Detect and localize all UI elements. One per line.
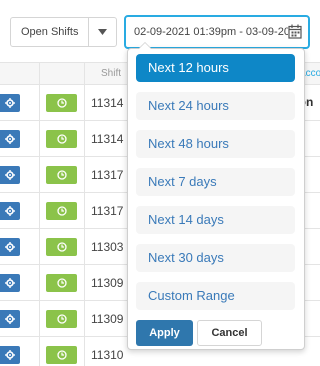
- clock-icon: [56, 98, 67, 108]
- row-settings-button[interactable]: [0, 238, 20, 256]
- shift-id[interactable]: 11310: [91, 348, 123, 362]
- shift-id[interactable]: 11314: [91, 132, 123, 146]
- row-time-button[interactable]: [46, 310, 77, 328]
- range-option[interactable]: Next 30 days: [136, 244, 295, 272]
- range-option[interactable]: Next 12 hours: [136, 54, 295, 82]
- gear-icon: [5, 134, 15, 144]
- shift-filter-select[interactable]: Open Shifts: [10, 17, 117, 47]
- gear-icon: [5, 314, 15, 324]
- row-time-button[interactable]: [46, 274, 77, 292]
- range-option[interactable]: Next 48 hours: [136, 130, 295, 158]
- row-settings-button[interactable]: [0, 202, 20, 220]
- chevron-down-icon: [98, 29, 107, 35]
- clock-icon: [56, 314, 67, 324]
- gear-icon: [5, 350, 15, 360]
- shift-id[interactable]: 11309: [91, 312, 123, 326]
- row-settings-button[interactable]: [0, 310, 20, 328]
- shift-id[interactable]: 11309: [91, 276, 123, 290]
- clock-icon: [56, 350, 67, 360]
- range-option[interactable]: Custom Range: [136, 282, 295, 310]
- row-time-button[interactable]: [46, 166, 77, 184]
- column-divider: [39, 62, 40, 366]
- row-settings-button[interactable]: [0, 130, 20, 148]
- range-option[interactable]: Next 14 days: [136, 206, 295, 234]
- shift-id[interactable]: 11314: [91, 96, 123, 110]
- gear-icon: [5, 206, 15, 216]
- shift-filter-label: Open Shifts: [21, 26, 79, 38]
- gear-icon: [5, 98, 15, 108]
- shift-filter-toggle[interactable]: [88, 18, 116, 46]
- row-time-button[interactable]: [46, 346, 77, 364]
- gear-icon: [5, 170, 15, 180]
- row-settings-button[interactable]: [0, 94, 20, 112]
- row-time-button[interactable]: [46, 130, 77, 148]
- clock-icon: [56, 134, 67, 144]
- row-settings-button[interactable]: [0, 274, 20, 292]
- cancel-button[interactable]: Cancel: [197, 320, 262, 346]
- apply-button[interactable]: Apply: [136, 320, 193, 346]
- date-range-value: 02-09-2021 01:39pm - 03-09-2021: [134, 26, 303, 38]
- calendar-icon[interactable]: [288, 24, 302, 39]
- range-option[interactable]: Next 24 hours: [136, 92, 295, 120]
- clock-icon: [56, 242, 67, 252]
- shift-id[interactable]: 11317: [91, 204, 123, 218]
- clock-icon: [56, 278, 67, 288]
- clock-icon: [56, 170, 67, 180]
- range-option[interactable]: Next 7 days: [136, 168, 295, 196]
- shift-id[interactable]: 11317: [91, 168, 123, 182]
- row-time-button[interactable]: [46, 238, 77, 256]
- date-range-picker: Next 12 hours Next 24 hours Next 48 hours N…: [127, 42, 305, 350]
- shift-id[interactable]: 11303: [91, 240, 123, 254]
- clock-icon: [56, 206, 67, 216]
- row-time-button[interactable]: [46, 202, 77, 220]
- row-settings-button[interactable]: [0, 166, 20, 184]
- gear-icon: [5, 278, 15, 288]
- row-settings-button[interactable]: [0, 346, 20, 364]
- column-header-shift[interactable]: Shift: [101, 68, 121, 79]
- row-time-button[interactable]: [46, 94, 77, 112]
- gear-icon: [5, 242, 15, 252]
- column-divider: [84, 62, 85, 366]
